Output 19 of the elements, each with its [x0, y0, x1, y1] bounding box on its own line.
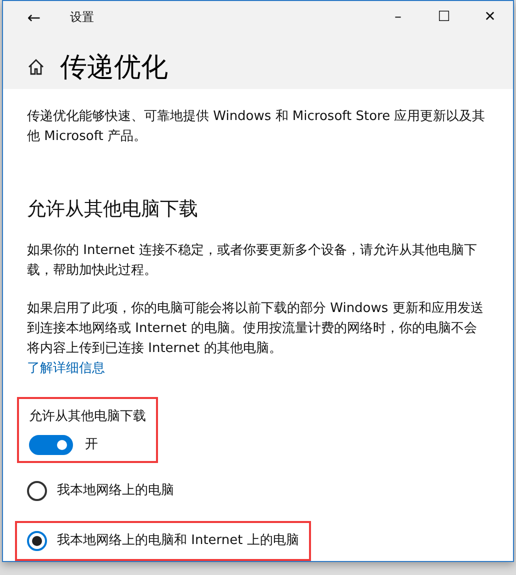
- maximize-button[interactable]: ☐: [421, 1, 467, 33]
- radio-label[interactable]: 我本地网络上的电脑: [57, 481, 174, 501]
- close-button[interactable]: ✕: [467, 1, 513, 33]
- toggle-label: 允许从其他电脑下载: [29, 408, 146, 426]
- toggle-state-text: 开: [85, 436, 98, 454]
- description-text: 如果你的 Internet 连接不稳定，或者你要更新多个设备，请允许从其他电脑下载，帮助加快此过程。: [27, 242, 478, 280]
- back-button[interactable]: ←: [23, 1, 45, 33]
- page-title: 传递优化: [60, 51, 168, 85]
- learn-more-link[interactable]: 了解详细信息: [27, 361, 105, 376]
- minimize-button[interactable]: –: [375, 1, 421, 33]
- radio-label[interactable]: 我本地网络上的电脑和 Internet 上的电脑: [57, 531, 299, 551]
- description-text: 如果启用了此项，你的电脑可能会将以前下载的部分 Windows 更新和应用发送到连接本地网络或 Internet 的电脑。使用按流量计费的网络时，你的电脑不会将内容上传到已连接 Internet 的其他电脑。: [27, 300, 484, 358]
- window-title: 设置: [70, 8, 94, 26]
- section-heading: 允许从其他电脑下载: [27, 199, 199, 219]
- radio-button[interactable]: [27, 481, 47, 501]
- home-icon[interactable]: [27, 58, 45, 76]
- radio-button[interactable]: [27, 531, 47, 551]
- toggle-switch[interactable]: [29, 435, 73, 455]
- intro-text: 传递优化能够快速、可靠地提供 Windows 和 Microsoft Store 应用更新以及其他 Microsoft 产品。: [27, 108, 486, 146]
